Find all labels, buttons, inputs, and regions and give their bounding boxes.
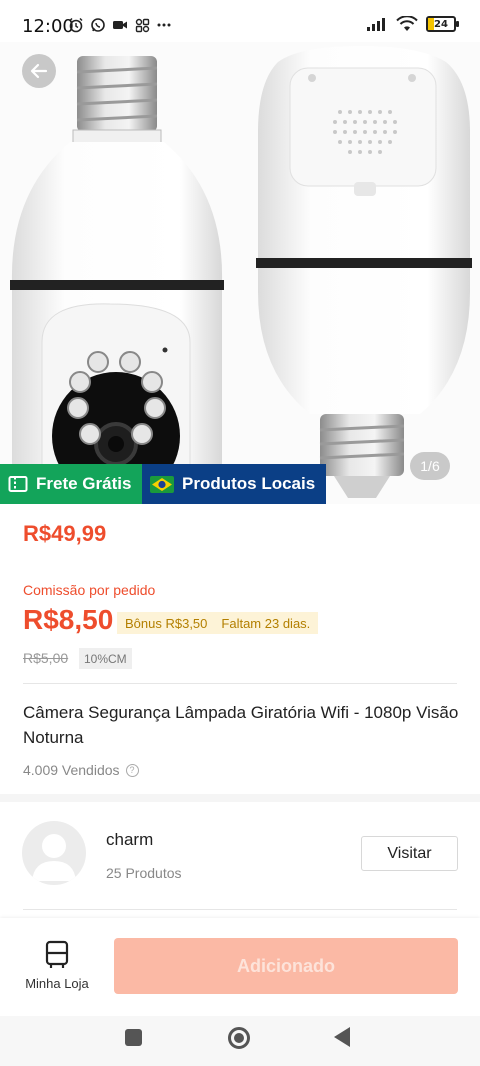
shop-name[interactable]: charm (106, 830, 153, 850)
sold-count: 4.009 Vendidos ? (23, 762, 139, 778)
recents-button[interactable] (125, 1029, 142, 1046)
commission-percent-tag: 10%CM (79, 648, 132, 669)
divider (23, 909, 457, 910)
wifi-icon (396, 16, 418, 31)
avatar[interactable] (22, 821, 86, 885)
added-button[interactable]: Adicionado (114, 938, 458, 994)
bonus-tag: Bônus R$3,50 Faltam 23 dias. (117, 612, 319, 634)
help-icon[interactable]: ? (125, 763, 139, 777)
shop-products-count: 25 Produtos (106, 865, 182, 881)
sold-count-label: 4.009 Vendidos (23, 762, 120, 778)
battery-level: 24 (434, 18, 448, 30)
divider (23, 683, 457, 684)
product-photo (0, 42, 480, 504)
my-store-button[interactable]: Minha Loja (18, 940, 96, 991)
more-dots-icon (157, 23, 171, 27)
ticket-icon (8, 476, 28, 492)
status-system-icons: 24 (366, 16, 459, 32)
home-button[interactable] (228, 1027, 250, 1049)
image-counter: 1/6 (410, 452, 450, 480)
product-badges: Frete Grátis Produtos Locais (0, 464, 326, 504)
local-products-badge: Produtos Locais (142, 464, 326, 504)
bonus-amount: Bônus R$3,50 (125, 615, 208, 631)
commission-value: R$8,50 (23, 604, 114, 635)
brazil-flag-icon (150, 475, 174, 493)
product-info: R$49,99 Comissão por pedido R$8,50 Bônus… (0, 504, 480, 794)
signal-icon (367, 18, 385, 31)
store-icon (45, 940, 69, 968)
alarm-icon (69, 17, 83, 33)
free-shipping-badge: Frete Grátis (0, 464, 142, 504)
whatsapp-icon (91, 18, 105, 32)
system-back-button[interactable] (334, 1027, 350, 1047)
app-notification-icon (135, 18, 150, 33)
old-commission: R$5,00 (23, 650, 69, 666)
product-price: R$49,99 (23, 521, 107, 546)
local-products-label: Produtos Locais (182, 474, 316, 493)
user-placeholder-icon (32, 834, 76, 881)
back-button[interactable] (22, 54, 56, 88)
video-camera-icon (113, 21, 127, 29)
bottom-action-bar: Minha Loja Adicionado (0, 918, 480, 1016)
commission-label: Comissão por pedido (23, 582, 156, 598)
system-nav-bar (0, 1016, 480, 1066)
my-store-label: Minha Loja (25, 976, 89, 991)
battery-icon: 24 (426, 16, 459, 32)
product-title: Câmera Segurança Lâmpada Giratória Wifi … (23, 703, 459, 747)
status-time: 12:00 (22, 16, 74, 37)
shop-card: charm 25 Produtos Visitar (0, 802, 480, 918)
free-shipping-label: Frete Grátis (36, 474, 132, 493)
bonus-days-left: Faltam 23 dias. (221, 615, 311, 631)
status-notification-icons (68, 17, 172, 33)
product-image-carousel[interactable]: 1/6 (0, 42, 480, 504)
arrow-left-icon (30, 63, 48, 79)
visit-shop-button[interactable]: Visitar (361, 836, 458, 871)
